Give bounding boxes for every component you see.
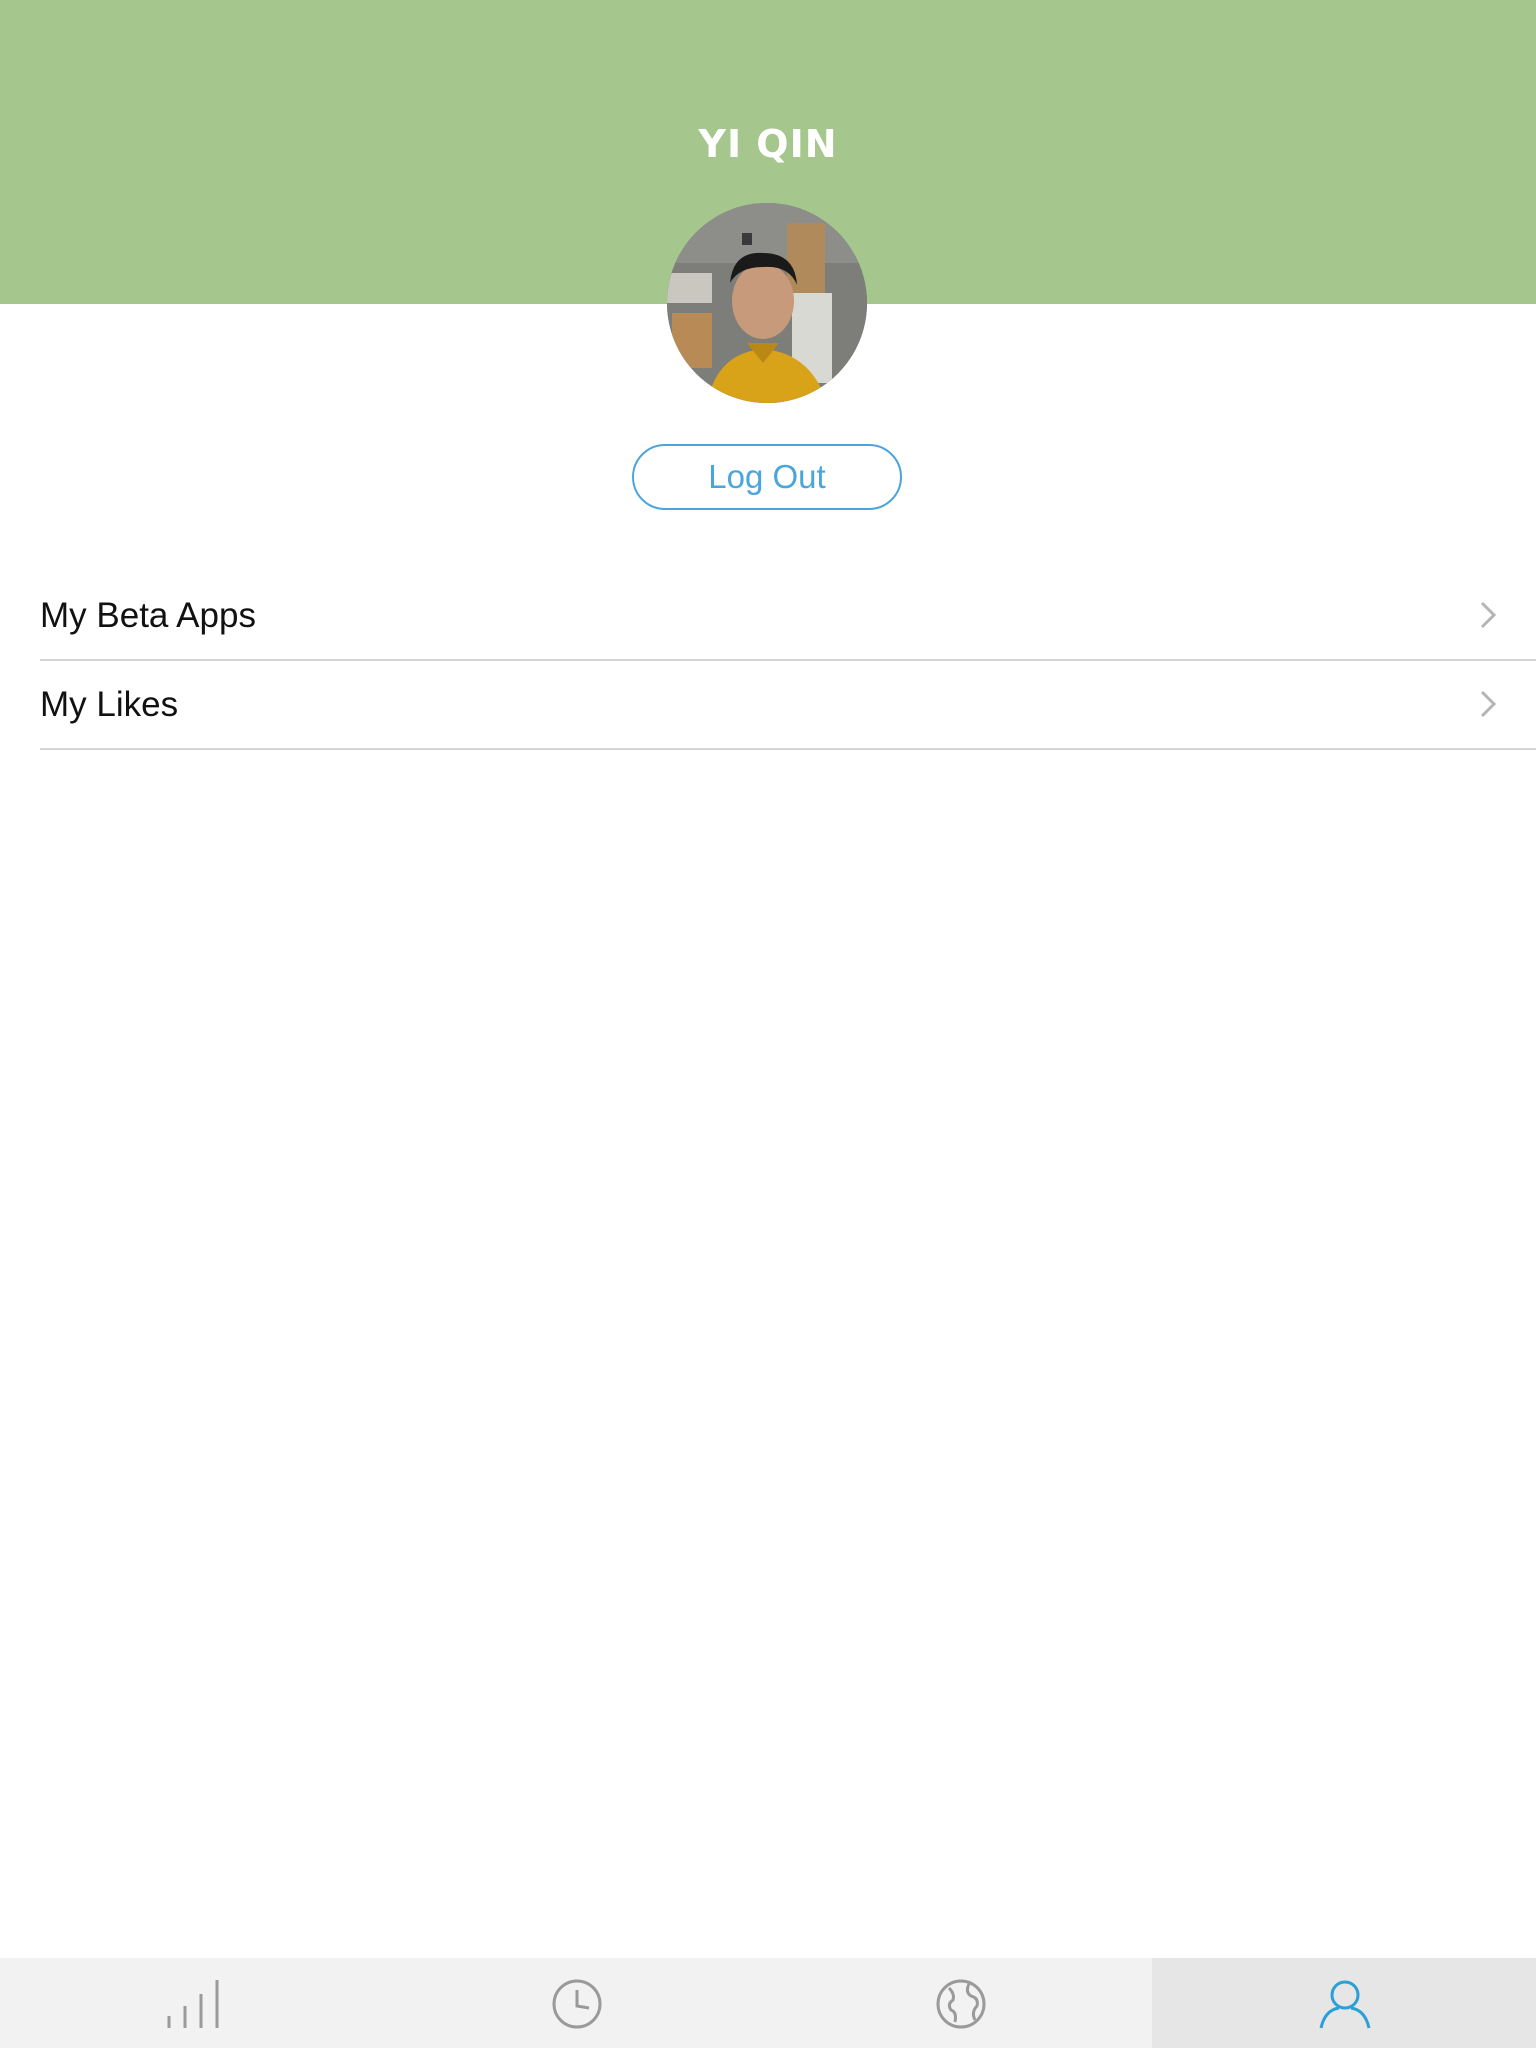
avatar (667, 203, 867, 403)
chevron-right-icon (1480, 690, 1497, 718)
tab-history[interactable] (384, 1958, 768, 2048)
menu-item-label: My Likes (40, 685, 179, 724)
user-name-title: YI QIN (698, 122, 838, 166)
bottom-tab-bar (0, 1958, 1536, 2048)
log-out-button[interactable]: Log Out (632, 444, 902, 510)
chevron-right-icon (1480, 601, 1497, 629)
tab-explore[interactable] (768, 1958, 1152, 2048)
user-icon (1319, 1980, 1371, 2029)
menu-item-label: My Beta Apps (40, 596, 256, 635)
tab-profile[interactable] (1152, 1958, 1536, 2048)
signal-bars-icon (167, 1980, 219, 2028)
clock-icon (552, 1979, 602, 2029)
menu-item-my-beta-apps[interactable]: My Beta Apps (40, 572, 1536, 661)
profile-photo (667, 203, 867, 403)
settings-menu: My Beta Apps My Likes (40, 572, 1536, 750)
menu-item-my-likes[interactable]: My Likes (40, 661, 1536, 750)
tab-stats[interactable] (0, 1958, 384, 2048)
globe-icon (936, 1979, 986, 2029)
